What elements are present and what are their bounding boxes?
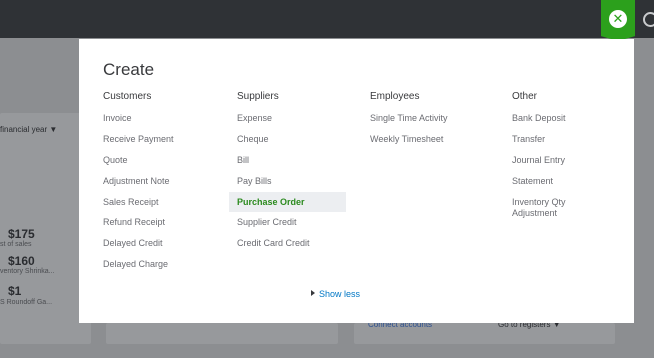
menu-item-quote[interactable]: Quote <box>103 155 128 166</box>
menu-item-purchase-order[interactable]: Purchase Order <box>237 197 305 208</box>
stat-amount: $175 <box>8 227 35 241</box>
menu-item-pay-bills[interactable]: Pay Bills <box>237 176 272 187</box>
menu-item-invoice[interactable]: Invoice <box>103 113 132 124</box>
stat-label: ventory Shrinka... <box>0 268 55 275</box>
menu-item-sales-receipt[interactable]: Sales Receipt <box>103 197 159 208</box>
menu-item-bank-deposit[interactable]: Bank Deposit <box>512 113 566 124</box>
caret-right-icon <box>311 290 315 296</box>
close-icon[interactable]: ✕ <box>609 10 627 28</box>
menu-item-receive-payment[interactable]: Receive Payment <box>103 134 174 145</box>
menu-item-statement[interactable]: Statement <box>512 176 553 187</box>
stat-amount: $160 <box>8 254 35 268</box>
background-card-middle <box>106 323 338 344</box>
menu-item-weekly-timesheet[interactable]: Weekly Timesheet <box>370 134 443 145</box>
menu-item-cheque[interactable]: Cheque <box>237 134 269 145</box>
top-bar <box>0 0 654 38</box>
show-less-label: Show less <box>319 289 361 299</box>
modal-title: Create <box>103 60 155 79</box>
menu-item-journal-entry[interactable]: Journal Entry <box>512 155 565 166</box>
menu-item-bill[interactable]: Bill <box>237 155 249 166</box>
financial-year-dropdown[interactable]: financial year ▼ <box>0 125 57 134</box>
search-icon[interactable] <box>641 8 654 30</box>
column-heading-employees: Employees <box>370 91 420 102</box>
close-button[interactable]: ✕ <box>601 0 635 41</box>
stat-amount: $1 <box>8 284 22 298</box>
menu-item-single-time-activity[interactable]: Single Time Activity <box>370 113 448 124</box>
column-heading-suppliers: Suppliers <box>237 91 279 102</box>
menu-item-expense[interactable]: Expense <box>237 113 272 124</box>
menu-item-delayed-credit[interactable]: Delayed Credit <box>103 238 163 249</box>
show-less-link[interactable]: Show less <box>311 289 360 299</box>
menu-item-credit-card-credit[interactable]: Credit Card Credit <box>237 238 310 249</box>
menu-item-supplier-credit[interactable]: Supplier Credit <box>237 217 297 228</box>
column-heading-other: Other <box>512 91 538 102</box>
menu-item-adjustment-note[interactable]: Adjustment Note <box>103 176 170 187</box>
menu-item-inventory-qty-adjustment[interactable]: Inventory Qty Adjustment <box>512 197 582 219</box>
menu-item-refund-receipt[interactable]: Refund Receipt <box>103 217 165 228</box>
stat-label: st of sales <box>0 241 32 248</box>
menu-item-delayed-charge[interactable]: Delayed Charge <box>103 259 168 270</box>
create-modal: Create Customers Invoice Receive Payment… <box>79 39 634 323</box>
menu-item-transfer[interactable]: Transfer <box>512 134 545 145</box>
column-heading-customers: Customers <box>103 91 152 102</box>
stat-label: S Roundoff Ga... <box>0 299 53 306</box>
